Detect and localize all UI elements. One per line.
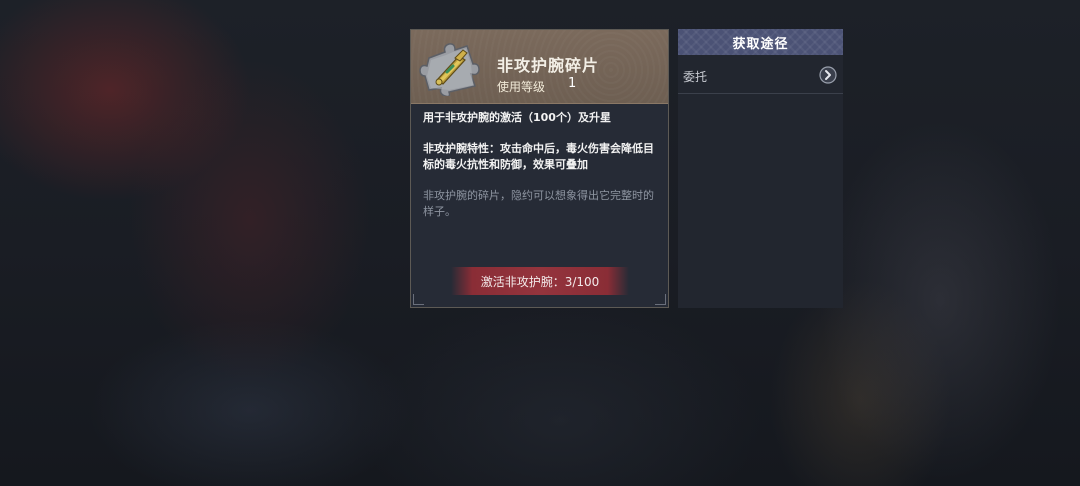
activate-progress-button[interactable]: 激活非攻护腕：3/100 bbox=[451, 267, 629, 295]
item-level-value: 1 bbox=[568, 76, 577, 91]
corner-ornament-left bbox=[413, 294, 424, 305]
corner-ornament-right bbox=[655, 294, 666, 305]
acquire-source-item[interactable]: 委托 bbox=[678, 57, 843, 94]
bracer-fragment-icon bbox=[419, 38, 481, 98]
item-level-label: 使用等级 bbox=[497, 80, 546, 94]
item-card-header: 非攻护腕碎片 使用等级 1 bbox=[411, 30, 668, 104]
acquire-panel-title: 获取途径 bbox=[678, 29, 843, 55]
acquire-sources-panel: 获取途径 委托 bbox=[678, 29, 843, 308]
item-usage-text: 用于非攻护腕的激活（100个）及升星 bbox=[423, 111, 611, 124]
item-trait-text: 非攻护腕特性：攻击命中后，毒火伤害会降低目标的毒火抗性和防御，效果可叠加 bbox=[423, 142, 654, 171]
item-name: 非攻护腕碎片 bbox=[497, 56, 600, 75]
game-screen: 非攻护腕碎片 使用等级 1 用于非攻护腕的激活（100个）及升星 非攻护腕特性：… bbox=[0, 0, 1080, 486]
item-detail-card: 非攻护腕碎片 使用等级 1 用于非攻护腕的激活（100个）及升星 非攻护腕特性：… bbox=[410, 29, 669, 308]
acquire-source-label: 委托 bbox=[683, 70, 708, 84]
chevron-right-icon[interactable] bbox=[819, 66, 837, 84]
item-flavor-text: 非攻护腕的碎片，隐约可以想象得出它完整时的样子。 bbox=[423, 189, 654, 218]
